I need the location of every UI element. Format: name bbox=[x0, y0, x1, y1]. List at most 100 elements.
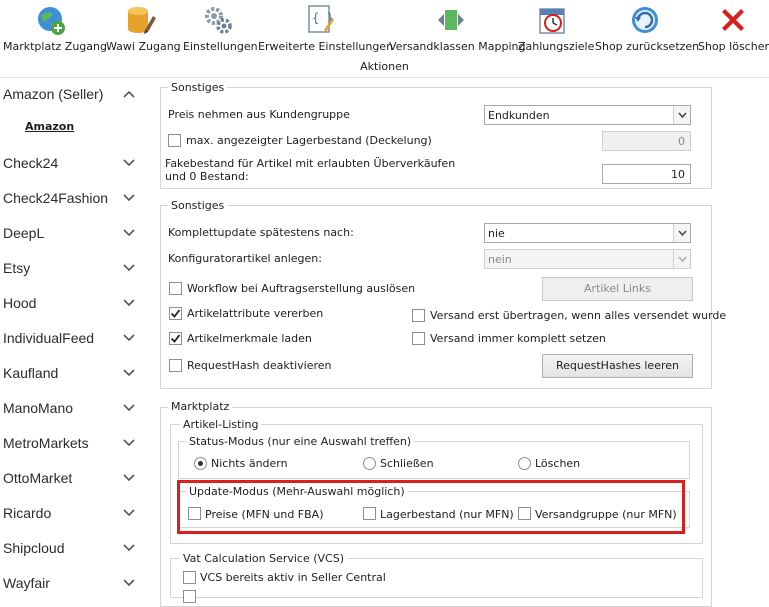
fake-stock-input[interactable]: 10 bbox=[602, 164, 691, 184]
code-document-icon: { } bbox=[308, 5, 334, 33]
sidebar-item-check24fashion[interactable]: Check24Fashion bbox=[0, 184, 150, 214]
group-title: Sonstiges bbox=[168, 81, 228, 94]
chevron-down-icon bbox=[123, 544, 135, 552]
price-group-value: Endkunden bbox=[488, 109, 550, 122]
ship-after-all-checkbox[interactable] bbox=[412, 309, 425, 322]
sidebar-subitem-amazon[interactable]: Amazon bbox=[25, 120, 74, 133]
artikel-links-button[interactable]: Artikel Links bbox=[542, 277, 693, 301]
dropdown-arrow-icon bbox=[678, 230, 687, 237]
fake-stock-label-line2: und 0 Bestand: bbox=[165, 170, 249, 183]
load-features-label: Artikelmerkmale laden bbox=[187, 332, 312, 345]
sidebar-item-kaufland[interactable]: Kaufland bbox=[0, 359, 150, 389]
price-group-label: Preis nehmen aus Kundengruppe bbox=[168, 108, 350, 121]
sidebar-item-label: Hood bbox=[3, 295, 37, 311]
delete-shop-label: Shop löschen bbox=[698, 40, 769, 53]
chevron-down-icon bbox=[123, 334, 135, 342]
delete-x-icon bbox=[722, 9, 744, 31]
chevron-down-icon bbox=[123, 404, 135, 412]
group-title: Status-Modus (nur eine Auswahl treffen) bbox=[186, 435, 415, 448]
chevron-down-icon bbox=[123, 264, 135, 272]
toolbar-group-caption: Aktionen bbox=[360, 60, 409, 73]
sidebar-item-amazon-seller[interactable]: Amazon (Seller) bbox=[0, 80, 150, 110]
wawi-access-label: Wawi Zugang bbox=[106, 40, 181, 53]
group-title: Artikel-Listing bbox=[180, 418, 262, 431]
group-title: Sonstiges bbox=[168, 199, 228, 212]
sidebar-item-label: IndividualFeed bbox=[3, 330, 95, 346]
sidebar-item-individualfeed[interactable]: IndividualFeed bbox=[0, 324, 150, 354]
workflow-checkbox[interactable] bbox=[169, 282, 182, 295]
wawi-access-button[interactable]: Wawi Zugang bbox=[106, 4, 181, 58]
fake-stock-label-line1: Fakebestand für Artikel mit erlaubten Üb… bbox=[165, 157, 456, 170]
configurator-select[interactable]: nein bbox=[484, 249, 691, 269]
max-stock-label: max. angezeigter Lagerbestand (Deckelung… bbox=[186, 134, 432, 147]
gears-icon bbox=[205, 7, 232, 34]
marketplace-access-label: Marktplatz Zugang bbox=[3, 40, 107, 53]
chevron-up-icon bbox=[123, 90, 135, 98]
request-hash-label: RequestHash deaktivieren bbox=[187, 359, 332, 372]
marketplace-sidebar: Amazon (Seller) Amazon Check24 Check24Fa… bbox=[0, 78, 150, 595]
chevron-down-icon bbox=[123, 299, 135, 307]
sidebar-item-label: ManoMano bbox=[3, 400, 74, 416]
sidebar-item-label: Wayfair bbox=[3, 575, 50, 591]
dropdown-arrow-icon bbox=[678, 256, 687, 263]
vcs-second-checkbox[interactable] bbox=[183, 590, 196, 603]
chevron-down-icon bbox=[123, 369, 135, 377]
mapping-arrows-icon bbox=[438, 10, 464, 30]
advanced-settings-button[interactable]: { } Erweiterte Einstellungen bbox=[258, 4, 394, 58]
status-radio-close[interactable] bbox=[363, 457, 376, 470]
marketplace-access-button[interactable]: Marktplatz Zugang bbox=[3, 4, 107, 58]
sidebar-item-hood[interactable]: Hood bbox=[0, 289, 150, 319]
payment-terms-button[interactable]: Zahlungsziele bbox=[518, 4, 595, 58]
status-radio-label: Löschen bbox=[535, 457, 581, 470]
database-pencil-icon bbox=[128, 7, 156, 34]
chevron-down-icon bbox=[123, 509, 135, 517]
reset-arrow-icon bbox=[632, 7, 658, 33]
sidebar-item-label: Ricardo bbox=[3, 505, 52, 521]
shipping-class-mapping-label: Versandklassen Mapping bbox=[389, 40, 526, 53]
sidebar-item-label: Kaufland bbox=[3, 365, 59, 381]
vcs-active-checkbox[interactable] bbox=[183, 571, 196, 584]
reset-shop-button[interactable]: Shop zurücksetzen bbox=[595, 4, 699, 58]
full-update-label: Komplettupdate spätestens nach: bbox=[168, 226, 354, 239]
chevron-down-icon bbox=[123, 229, 135, 237]
full-update-value: nie bbox=[488, 227, 505, 240]
chevron-down-icon bbox=[123, 194, 135, 202]
delete-shop-button[interactable]: Shop löschen bbox=[698, 4, 769, 58]
settings-label: Einstellungen bbox=[183, 40, 258, 53]
max-stock-checkbox[interactable] bbox=[168, 134, 181, 147]
status-radio-delete[interactable] bbox=[518, 457, 531, 470]
sidebar-item-ottomarket[interactable]: OttoMarket bbox=[0, 464, 150, 494]
inherit-attributes-checkbox[interactable] bbox=[169, 307, 182, 320]
max-stock-input[interactable]: 0 bbox=[602, 131, 691, 151]
checkmark-icon bbox=[170, 309, 181, 318]
load-features-checkbox[interactable] bbox=[169, 332, 182, 345]
request-hash-checkbox[interactable] bbox=[169, 359, 182, 372]
sidebar-item-label: MetroMarkets bbox=[3, 435, 89, 451]
sidebar-item-label: Etsy bbox=[3, 260, 31, 276]
sidebar-item-manomano[interactable]: ManoMano bbox=[0, 394, 150, 424]
group-title: Marktplatz bbox=[168, 400, 233, 413]
sidebar-item-check24[interactable]: Check24 bbox=[0, 149, 150, 179]
sidebar-item-shipcloud[interactable]: Shipcloud bbox=[0, 534, 150, 564]
sidebar-item-deepl[interactable]: DeepL bbox=[0, 219, 150, 249]
ship-complete-checkbox[interactable] bbox=[412, 332, 425, 345]
settings-button[interactable]: Einstellungen bbox=[183, 4, 258, 58]
status-radio-nothing[interactable] bbox=[194, 457, 207, 470]
calendar-clock-icon bbox=[539, 8, 565, 34]
chevron-down-icon bbox=[123, 439, 135, 447]
sidebar-item-etsy[interactable]: Etsy bbox=[0, 254, 150, 284]
sidebar-item-ricardo[interactable]: Ricardo bbox=[0, 499, 150, 529]
sidebar-item-label: OttoMarket bbox=[3, 470, 73, 486]
ribbon-toolbar: Marktplatz Zugang Wawi Zugang Einstellun… bbox=[0, 0, 769, 78]
ship-after-all-label: Versand erst übertragen, wenn alles vers… bbox=[430, 309, 727, 322]
price-group-select[interactable]: Endkunden bbox=[484, 105, 691, 125]
clear-request-hashes-button[interactable]: RequestHashes leeren bbox=[542, 354, 693, 378]
advanced-settings-label: Erweiterte Einstellungen bbox=[258, 40, 394, 53]
sidebar-item-metromarkets[interactable]: MetroMarkets bbox=[0, 429, 150, 459]
full-update-select[interactable]: nie bbox=[484, 223, 691, 243]
shipping-class-mapping-button[interactable]: Versandklassen Mapping bbox=[389, 4, 526, 58]
status-radio-label: Schließen bbox=[380, 457, 434, 470]
sidebar-item-label: Shipcloud bbox=[3, 540, 65, 556]
sidebar-item-label: Check24Fashion bbox=[3, 190, 109, 206]
payment-terms-label: Zahlungsziele bbox=[518, 40, 595, 53]
